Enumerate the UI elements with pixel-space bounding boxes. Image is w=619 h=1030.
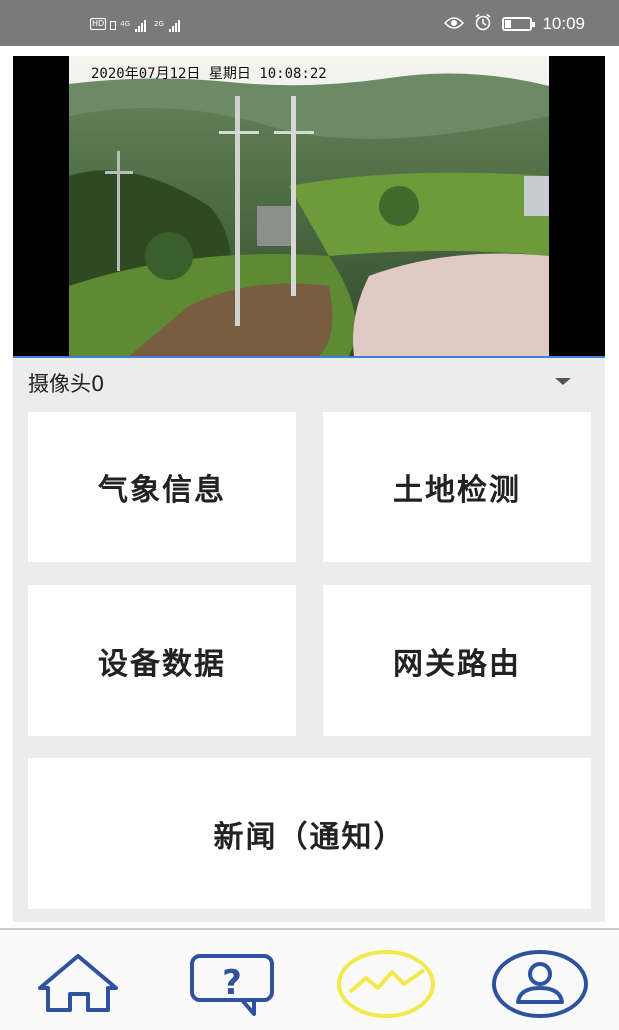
home-icon: [28, 948, 128, 1018]
dropdown-caret-icon: [555, 378, 571, 385]
gateway-routing-tile[interactable]: 网关路由: [323, 585, 591, 736]
signal-strength-icon: [135, 20, 147, 32]
battery-icon: [502, 17, 536, 31]
chart-icon: [336, 948, 436, 1018]
status-right-group: 10:09: [444, 13, 585, 35]
camera-selector[interactable]: 摄像头0: [13, 360, 605, 404]
sim1-network-label: 4G: [120, 20, 131, 28]
app-content: 2020年07月12日 星期日 10:08:22 摄像头0 气象信息 土地检测 …: [0, 46, 619, 926]
user-icon: [490, 948, 590, 1018]
help-chat-icon: ?: [182, 948, 282, 1018]
bottom-navigation: ?: [0, 928, 619, 1030]
signal-strength-icon: [168, 20, 180, 32]
nav-profile[interactable]: [490, 948, 590, 1018]
alarm-icon: [474, 13, 492, 35]
eye-icon: [444, 15, 465, 34]
nav-help[interactable]: ?: [182, 948, 282, 1018]
sim-icon: [110, 21, 117, 30]
svg-text:?: ?: [222, 963, 242, 1003]
sim2-network-label: 2G: [154, 20, 164, 28]
main-panel: 2020年07月12日 星期日 10:08:22 摄像头0 气象信息 土地检测 …: [13, 56, 605, 922]
signal-indicators: HD 4G 2G: [90, 14, 180, 32]
camera-selector-value: 摄像头0: [28, 372, 105, 396]
hd-badge: HD: [90, 18, 107, 30]
weather-info-tile[interactable]: 气象信息: [28, 412, 296, 562]
camera-video-view[interactable]: 2020年07月12日 星期日 10:08:22: [13, 56, 605, 358]
nav-home[interactable]: [28, 948, 128, 1018]
video-timestamp-overlay: 2020年07月12日 星期日 10:08:22: [91, 66, 327, 82]
device-data-tile[interactable]: 设备数据: [28, 585, 296, 736]
status-bar: HD 4G 2G 10:09: [0, 0, 619, 46]
land-detection-tile[interactable]: 土地检测: [323, 412, 591, 562]
status-time: 10:09: [542, 14, 585, 33]
camera-scene-image: [69, 56, 549, 356]
news-notice-tile[interactable]: 新闻（通知）: [28, 758, 591, 909]
nav-chart[interactable]: [336, 948, 436, 1018]
